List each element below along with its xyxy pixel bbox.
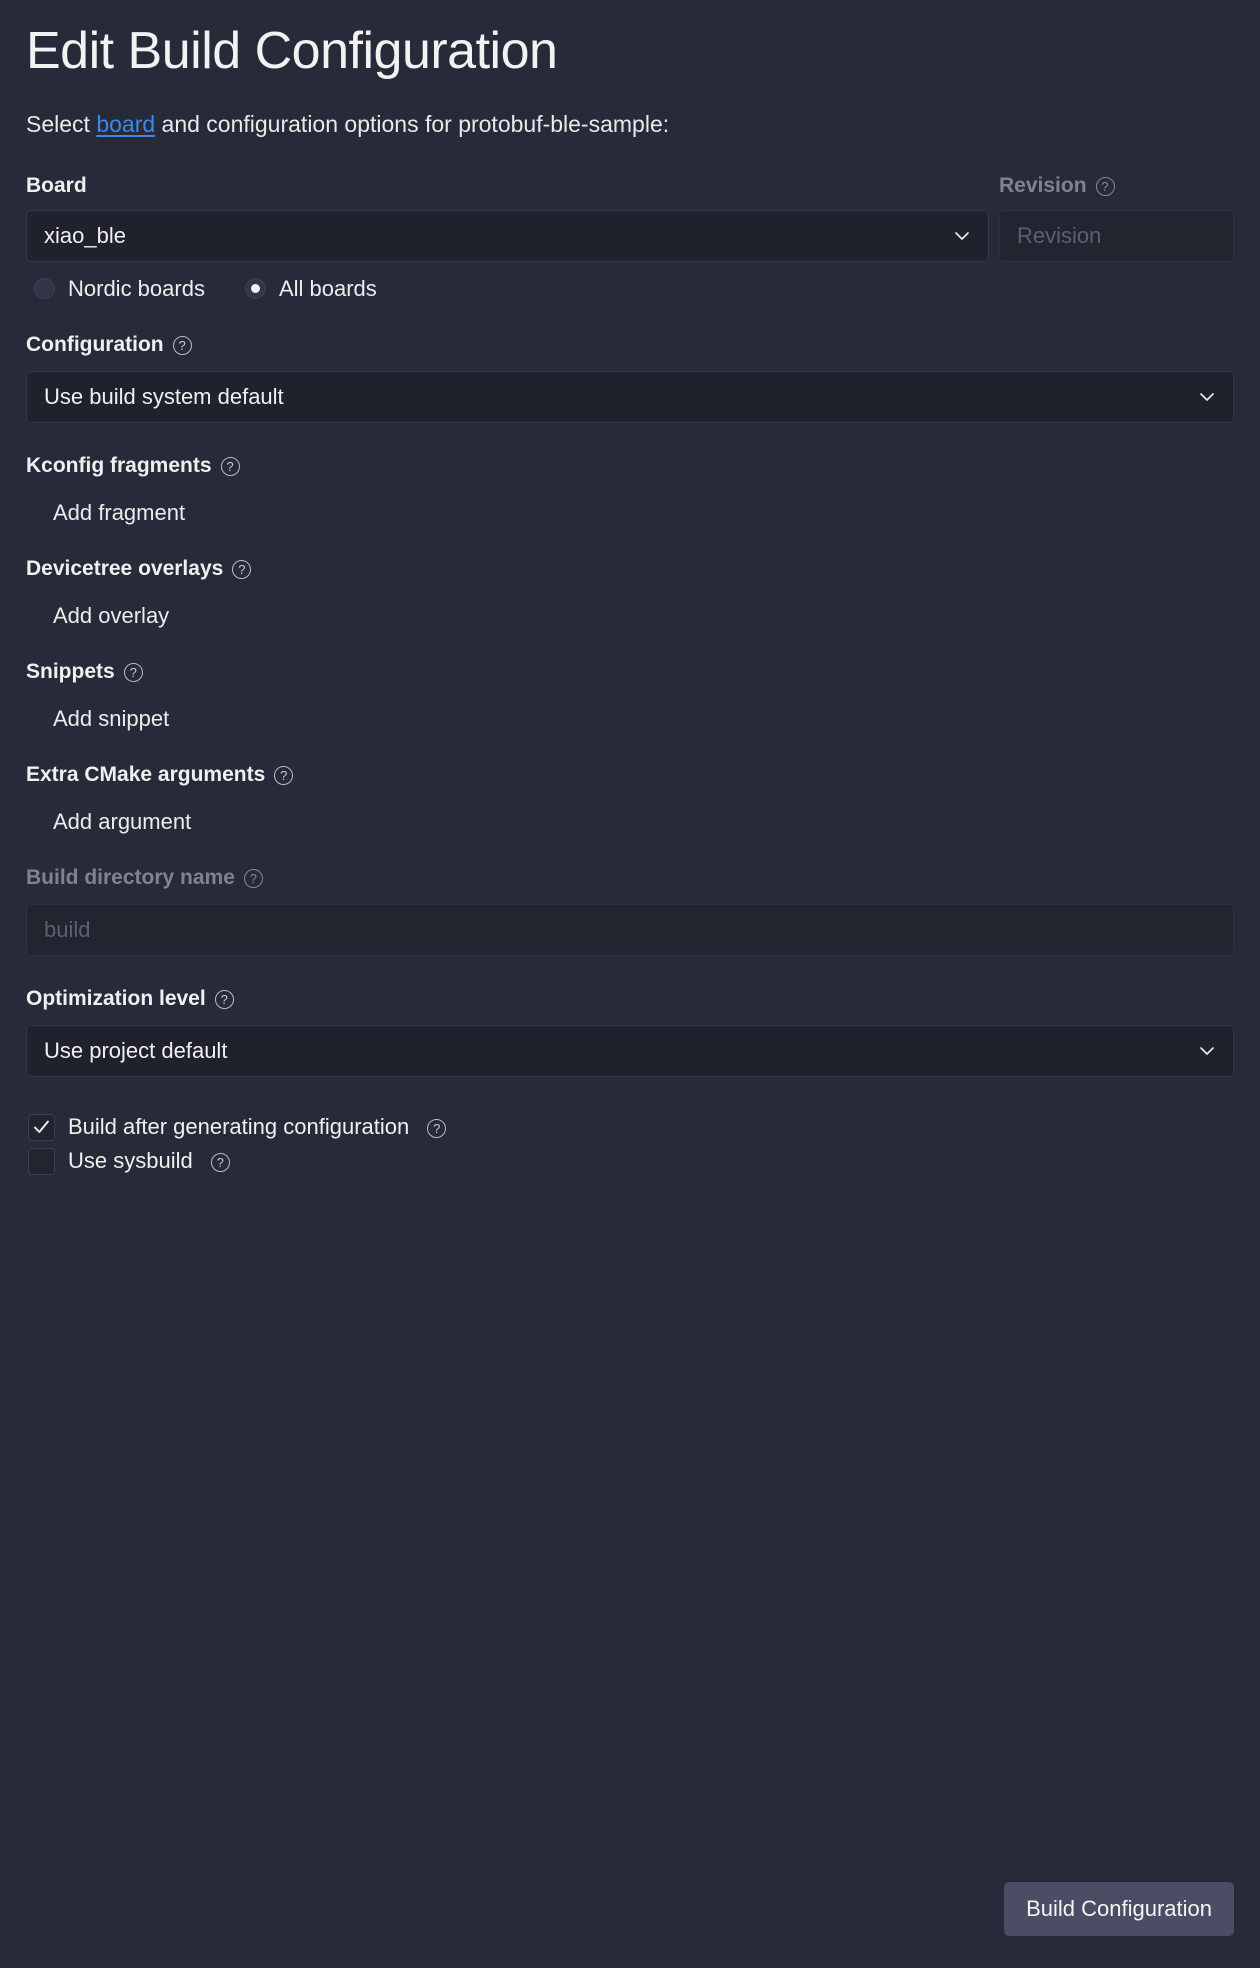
devicetree-overlays-label-text: Devicetree overlays (26, 556, 224, 580)
devicetree-overlays-label: Devicetree overlays ? (26, 557, 1234, 581)
checkbox-build-after-generating-label: Build after generating configuration (68, 1114, 410, 1140)
subtitle-text-before: Select (26, 110, 97, 137)
board-documentation-link[interactable]: board (96, 111, 155, 137)
board-scope-radio-group: Nordic boards All boards (26, 276, 1234, 302)
edit-build-configuration-panel: Edit Build Configuration Select board an… (0, 0, 1260, 1968)
configuration-label: Configuration ? (26, 333, 1234, 357)
footer-actions: Build Configuration (1004, 1882, 1234, 1936)
help-icon[interactable]: ? (232, 560, 252, 580)
help-icon[interactable]: ? (172, 336, 192, 356)
optimization-level-label: Optimization level ? (26, 987, 1234, 1011)
optimization-level-select[interactable]: Use project default (26, 1024, 1234, 1077)
check-icon (34, 1120, 49, 1133)
board-revision-row: xiao_ble Revision (26, 209, 1234, 262)
checkbox-use-sysbuild-label: Use sysbuild (68, 1148, 193, 1174)
build-directory-section: Build directory name ? build (26, 866, 1234, 956)
configuration-select[interactable]: Use build system default (26, 370, 1234, 423)
build-directory-input[interactable]: build (26, 903, 1234, 956)
chevron-down-icon (1200, 392, 1214, 401)
revision-label: Revision ? (999, 174, 1234, 198)
optimization-level-section: Optimization level ? Use project default (26, 987, 1234, 1077)
checkbox-indicator (28, 1147, 55, 1175)
help-icon[interactable]: ? (243, 869, 263, 889)
radio-all-boards[interactable]: All boards (244, 275, 377, 302)
configuration-section: Configuration ? Use build system default (26, 333, 1234, 423)
board-revision-label-row: Board Revision ? (26, 174, 1234, 198)
kconfig-fragments-label: Kconfig fragments ? (26, 454, 1234, 478)
snippets-label-text: Snippets (26, 659, 115, 683)
extra-cmake-arguments-label: Extra CMake arguments ? (26, 763, 1234, 787)
revision-input[interactable]: Revision (999, 209, 1234, 262)
extra-cmake-arguments-section: Extra CMake arguments ? Add argument (26, 763, 1234, 835)
kconfig-fragments-section: Kconfig fragments ? Add fragment (26, 454, 1234, 526)
extra-cmake-arguments-label-text: Extra CMake arguments (26, 762, 266, 786)
add-argument-button[interactable]: Add argument (26, 809, 191, 835)
radio-nordic-boards[interactable]: Nordic boards (34, 276, 205, 302)
checkbox-use-sysbuild[interactable]: Use sysbuild ? (26, 1147, 1234, 1175)
add-overlay-button[interactable]: Add overlay (26, 603, 169, 629)
build-options-checkbox-group: Build after generating configuration ? U… (26, 1113, 1234, 1175)
radio-indicator-selected (244, 278, 266, 300)
board-label-text: Board (26, 173, 87, 197)
radio-all-boards-label: All boards (278, 275, 377, 301)
snippets-label: Snippets ? (26, 660, 1234, 684)
help-icon[interactable]: ? (220, 457, 240, 477)
build-configuration-button[interactable]: Build Configuration (1004, 1882, 1234, 1936)
chevron-down-icon (955, 231, 969, 240)
help-icon[interactable]: ? (427, 1118, 447, 1138)
help-icon[interactable]: ? (210, 1152, 230, 1172)
configuration-select-value: Use build system default (44, 383, 284, 409)
page-title: Edit Build Configuration (26, 22, 558, 80)
board-select-value: xiao_ble (44, 222, 126, 248)
help-icon[interactable]: ? (123, 663, 143, 683)
snippets-section: Snippets ? Add snippet (26, 660, 1234, 732)
help-icon[interactable]: ? (274, 766, 294, 786)
board-select[interactable]: xiao_ble (26, 209, 989, 262)
board-label: Board (26, 174, 989, 198)
build-directory-label: Build directory name ? (26, 866, 1234, 890)
optimization-level-label-text: Optimization level (26, 986, 206, 1010)
chevron-down-icon (1200, 1046, 1214, 1055)
help-icon[interactable]: ? (1095, 177, 1115, 197)
add-snippet-button[interactable]: Add snippet (26, 706, 169, 732)
kconfig-fragments-label-text: Kconfig fragments (26, 453, 212, 477)
configuration-label-text: Configuration (26, 332, 164, 356)
checkbox-build-after-generating[interactable]: Build after generating configuration ? (26, 1113, 1234, 1141)
revision-input-placeholder: Revision (1017, 222, 1102, 248)
radio-nordic-boards-label: Nordic boards (68, 275, 205, 301)
revision-label-text: Revision (999, 173, 1087, 197)
devicetree-overlays-section: Devicetree overlays ? Add overlay (26, 557, 1234, 629)
optimization-level-value: Use project default (44, 1037, 228, 1063)
help-icon[interactable]: ? (214, 990, 234, 1010)
radio-indicator (34, 278, 55, 300)
checkbox-indicator-checked (28, 1113, 55, 1141)
add-fragment-button[interactable]: Add fragment (26, 500, 185, 526)
subtitle-text-after: and configuration options for protobuf-b… (155, 110, 670, 137)
build-directory-placeholder: build (44, 916, 91, 942)
build-directory-label-text: Build directory name (26, 865, 235, 889)
page-subtitle: Select board and configuration options f… (26, 110, 1234, 140)
